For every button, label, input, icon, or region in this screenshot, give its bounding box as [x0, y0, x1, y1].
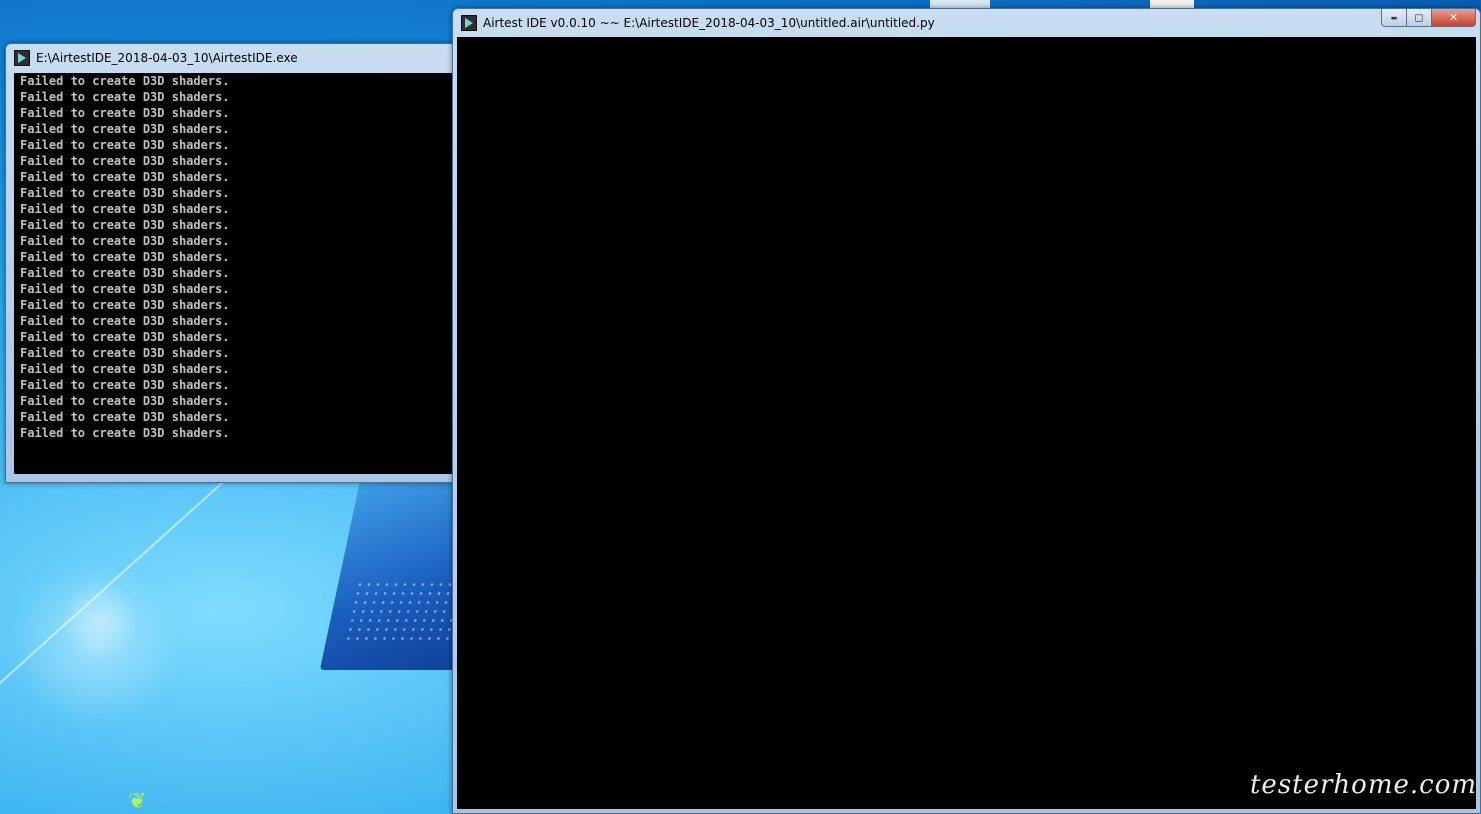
minimize-button[interactable]: ▬	[1381, 9, 1407, 27]
console-line: Failed to create D3D shaders.	[20, 170, 230, 184]
console-line: Failed to create D3D shaders.	[20, 74, 230, 88]
console-line: Failed to create D3D shaders.	[20, 218, 230, 232]
leaf-icon: ❦	[128, 789, 147, 814]
airtest-app-icon	[461, 15, 477, 31]
window-controls: ▬ ◻ ✕	[1381, 9, 1476, 27]
console-line: Failed to create D3D shaders.	[20, 394, 230, 408]
background-window-edge	[1150, 0, 1194, 8]
console-line: Failed to create D3D shaders.	[20, 250, 230, 264]
console-line: Failed to create D3D shaders.	[20, 154, 230, 168]
console-line: Failed to create D3D shaders.	[20, 378, 230, 392]
ide-window-title: Airtest IDE v0.0.10 ~~ E:\AirtestIDE_201…	[483, 16, 935, 30]
maximize-icon: ◻	[1414, 11, 1424, 24]
console-line: Failed to create D3D shaders.	[20, 362, 230, 376]
console-line: Failed to create D3D shaders.	[20, 410, 230, 424]
console-line: Failed to create D3D shaders.	[20, 426, 230, 440]
console-line: Failed to create D3D shaders.	[20, 234, 230, 248]
desktop: { "console_window": { "title": "E:\\Airt…	[0, 0, 1481, 814]
console-line: Failed to create D3D shaders.	[20, 314, 230, 328]
watermark-text: testerhome.com	[1249, 770, 1477, 800]
console-line: Failed to create D3D shaders.	[20, 298, 230, 312]
airtest-app-icon	[14, 50, 30, 66]
console-window[interactable]: E:\AirtestIDE_2018-04-03_10\AirtestIDE.e…	[5, 43, 465, 483]
console-line: Failed to create D3D shaders.	[20, 106, 230, 120]
close-icon: ✕	[1448, 11, 1459, 24]
console-line: Failed to create D3D shaders.	[20, 202, 230, 216]
ide-titlebar[interactable]: Airtest IDE v0.0.10 ~~ E:\AirtestIDE_201…	[453, 9, 1480, 37]
maximize-button[interactable]: ◻	[1407, 9, 1432, 27]
console-line: Failed to create D3D shaders.	[20, 266, 230, 280]
console-line: Failed to create D3D shaders.	[20, 330, 230, 344]
console-line: Failed to create D3D shaders.	[20, 186, 230, 200]
close-button[interactable]: ✕	[1432, 9, 1476, 27]
desktop-wallpaper-dots	[343, 580, 467, 640]
ide-content-area[interactable]	[457, 37, 1476, 809]
console-window-title: E:\AirtestIDE_2018-04-03_10\AirtestIDE.e…	[36, 51, 298, 65]
console-line: Failed to create D3D shaders.	[20, 346, 230, 360]
console-titlebar[interactable]: E:\AirtestIDE_2018-04-03_10\AirtestIDE.e…	[6, 44, 464, 72]
console-line: Failed to create D3D shaders.	[20, 138, 230, 152]
console-output[interactable]: Failed to create D3D shaders. Failed to c…	[14, 73, 464, 474]
console-line: Failed to create D3D shaders.	[20, 282, 230, 296]
minimize-icon: ▬	[1390, 13, 1398, 22]
console-line: Failed to create D3D shaders.	[20, 90, 230, 104]
background-window-edge	[930, 0, 990, 8]
ide-window[interactable]: Airtest IDE v0.0.10 ~~ E:\AirtestIDE_201…	[452, 8, 1481, 814]
console-line: Failed to create D3D shaders.	[20, 122, 230, 136]
